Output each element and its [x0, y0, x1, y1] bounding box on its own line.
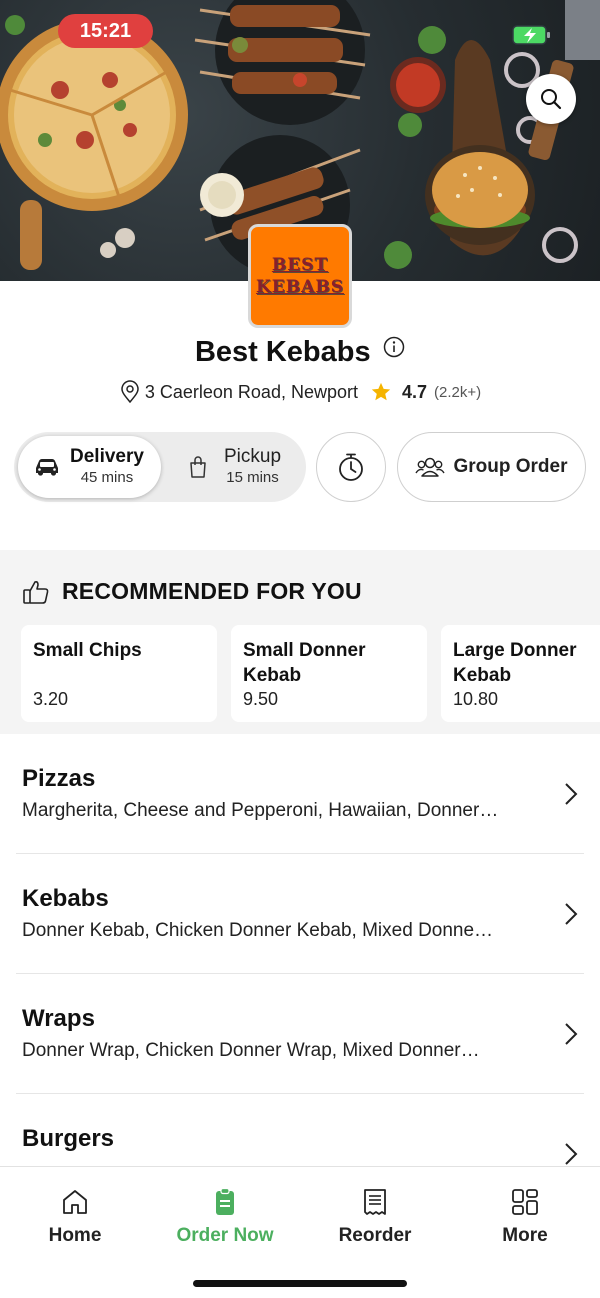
- logo-text-line1: BEST: [271, 255, 329, 275]
- category-row-wraps[interactable]: Wraps Donner Wrap, Chicken Donner Wrap, …: [0, 974, 600, 1094]
- pickup-time: 15 mins: [226, 469, 279, 486]
- receipt-icon: [364, 1189, 386, 1215]
- nav-reorder-label: Reorder: [338, 1225, 412, 1246]
- rating-value: 4.7: [401, 381, 428, 402]
- delivery-mode-button[interactable]: Delivery 45 mins: [18, 436, 161, 498]
- search-button[interactable]: [526, 74, 576, 124]
- category-name: Wraps: [22, 1005, 95, 1032]
- home-icon: [63, 1190, 87, 1214]
- nav-order-now-label: Order Now: [176, 1225, 274, 1246]
- chevron-right-icon: [565, 903, 578, 925]
- group-order-button[interactable]: Group Order: [397, 432, 586, 502]
- delivery-label: Delivery: [70, 446, 144, 467]
- category-description: Donner Wrap, Chicken Donner Wrap, Mixed …: [22, 1040, 480, 1061]
- info-icon[interactable]: [383, 336, 405, 358]
- schedule-timer-button[interactable]: [316, 432, 386, 502]
- category-row-kebabs[interactable]: Kebabs Donner Kebab, Chicken Donner Keba…: [0, 854, 600, 974]
- restaurant-logo: BEST KEBABS: [248, 224, 352, 328]
- recommended-item-price: 10.80: [453, 689, 499, 709]
- order-icon: [216, 1187, 234, 1215]
- category-description: Donner Kebab, Chicken Donner Kebab, Mixe…: [22, 920, 494, 941]
- pickup-mode-button[interactable]: Pickup 15 mins: [174, 436, 302, 498]
- restaurant-address: 3 Caerleon Road, Newport: [144, 381, 358, 402]
- category-list: Pizzas Margherita, Cheese and Pepperoni,…: [0, 734, 600, 1214]
- recommended-card[interactable]: Small Chips 3.20: [21, 625, 217, 722]
- nav-more[interactable]: More: [450, 1187, 600, 1247]
- car-icon: [36, 459, 58, 476]
- grid-icon: [512, 1189, 538, 1215]
- chevron-right-icon: [565, 1023, 578, 1045]
- thumbs-up-icon: [23, 580, 49, 604]
- recommended-item-name: Small Donner Kebab: [243, 640, 366, 686]
- chevron-right-icon: [565, 1143, 578, 1165]
- nav-order-now[interactable]: Order Now: [150, 1187, 300, 1247]
- group-order-label: Group Order: [453, 456, 568, 477]
- address-rating-row: 3 Caerleon Road, Newport 4.7 (2.2k+): [0, 380, 600, 404]
- delivery-time: 45 mins: [80, 469, 134, 486]
- chevron-right-icon: [565, 783, 578, 805]
- star-icon: [371, 382, 391, 401]
- restaurant-name: Best Kebabs: [194, 336, 371, 368]
- group-users-icon: [415, 457, 446, 477]
- battery-charging-icon: [512, 25, 550, 45]
- status-time: 15:21: [58, 14, 153, 48]
- restaurant-title-row: Best Kebabs: [0, 336, 600, 369]
- home-indicator: [193, 1280, 407, 1287]
- logo-text-line2: KEBABS: [256, 277, 344, 297]
- category-row-pizzas[interactable]: Pizzas Margherita, Cheese and Pepperoni,…: [0, 734, 600, 854]
- nav-home-label: Home: [48, 1225, 102, 1246]
- recommended-header: RECOMMENDED FOR YOU: [22, 578, 362, 605]
- stopwatch-icon: [339, 453, 363, 481]
- recommended-item-price: 9.50: [243, 689, 279, 709]
- category-name: Kebabs: [22, 885, 109, 912]
- recommended-item-name: Small Chips: [33, 640, 142, 661]
- category-description: Margherita, Cheese and Pepperoni, Hawaii…: [22, 800, 499, 821]
- search-icon: [541, 89, 562, 110]
- location-pin-icon: [121, 380, 139, 404]
- order-mode-switch: Delivery 45 mins Pickup 15 mins: [14, 432, 306, 502]
- nav-reorder[interactable]: Reorder: [300, 1187, 450, 1247]
- pickup-label: Pickup: [224, 446, 282, 467]
- category-name: Pizzas: [22, 765, 96, 792]
- recommended-item-price: 3.20: [33, 689, 69, 709]
- bottom-navigation: Home Order Now Reorder More: [0, 1166, 600, 1298]
- recommended-section: RECOMMENDED FOR YOU Small Chips 3.20 Sma…: [0, 550, 600, 734]
- recommended-card[interactable]: Large Donner Kebab 10.80: [441, 625, 600, 722]
- recommended-card[interactable]: Small Donner Kebab 9.50: [231, 625, 427, 722]
- rating-count: (2.2k+): [434, 383, 482, 401]
- nav-home[interactable]: Home: [0, 1187, 150, 1247]
- recommended-title: RECOMMENDED FOR YOU: [62, 578, 362, 604]
- recommended-item-name: Large Donner Kebab: [453, 640, 577, 686]
- category-name: Burgers: [22, 1125, 115, 1152]
- nav-more-label: More: [502, 1225, 548, 1246]
- shopping-bag-icon: [190, 456, 206, 478]
